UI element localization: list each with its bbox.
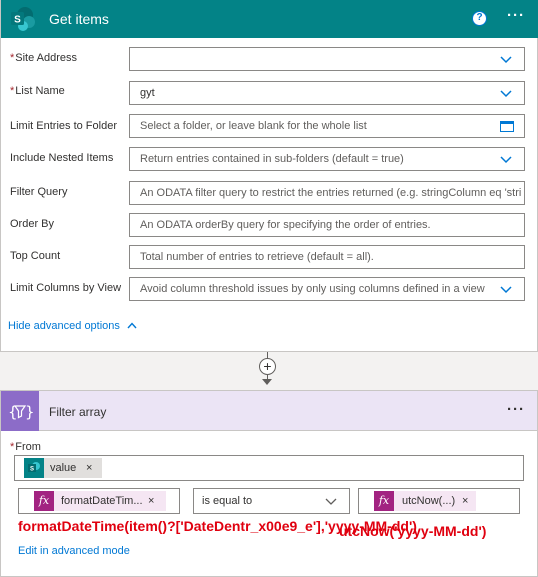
- order-by-placeholder: An ODATA orderBy query for specifying th…: [140, 219, 431, 231]
- limit-columns-dropdown[interactable]: Avoid column threshold issues by only us…: [129, 277, 525, 301]
- limit-folder-label: Limit Entries to Folder: [10, 120, 117, 132]
- edit-in-advanced-mode-link[interactable]: Edit in advanced mode: [18, 545, 130, 557]
- list-name-dropdown[interactable]: gyt: [129, 81, 525, 105]
- get-items-header[interactable]: S Get items ? ···: [1, 0, 538, 38]
- filter-query-input[interactable]: An ODATA filter query to restrict the en…: [129, 181, 525, 205]
- utcnow-token-label: utcNow(...): [402, 495, 456, 507]
- nested-items-placeholder: Return entries contained in sub-folders …: [140, 153, 404, 165]
- sharepoint-icon: S: [24, 458, 44, 478]
- connector-arrow-icon: [262, 379, 272, 385]
- from-input[interactable]: S value × utcNow('yyyy-MM-dd'): [14, 455, 524, 539]
- chevron-down-icon: [500, 56, 512, 64]
- chevron-down-icon: [500, 156, 512, 164]
- order-by-label: Order By: [10, 218, 55, 230]
- limit-columns-placeholder: Avoid column threshold issues by only us…: [140, 283, 485, 295]
- formatdatetime-token[interactable]: fx formatDateTim... ×: [34, 491, 166, 511]
- top-count-placeholder: Total number of entries to retrieve (def…: [140, 251, 374, 263]
- chevron-up-icon[interactable]: [127, 322, 137, 329]
- nested-items-label: Include Nested Items: [10, 152, 114, 164]
- filter-query-label: Filter Query: [10, 186, 68, 198]
- limit-columns-label: Limit Columns by View: [10, 282, 122, 294]
- from-label: *From: [10, 441, 41, 453]
- chevron-down-icon: [500, 90, 512, 98]
- value-token-label: value: [50, 462, 77, 474]
- top-count-input[interactable]: Total number of entries to retrieve (def…: [129, 245, 525, 269]
- site-address-dropdown[interactable]: [129, 47, 525, 71]
- svg-text:S: S: [14, 15, 21, 26]
- filter-array-icon: { }: [1, 391, 39, 431]
- more-options-icon[interactable]: ···: [507, 402, 525, 418]
- annotation-formatdatetime: formatDateTime(item()?['DateDentr_x00e9_…: [18, 518, 417, 534]
- svg-text:S: S: [30, 467, 34, 473]
- help-icon[interactable]: ?: [472, 11, 487, 26]
- limit-folder-input[interactable]: Select a folder, or leave blank for the …: [129, 114, 525, 138]
- fx-icon: fx: [34, 491, 54, 511]
- filter-query-placeholder: An ODATA filter query to restrict the en…: [140, 187, 522, 199]
- close-icon[interactable]: ×: [86, 458, 92, 478]
- close-icon[interactable]: ×: [462, 491, 468, 511]
- site-address-label: *Site Address: [10, 52, 78, 64]
- chevron-down-icon: [500, 286, 512, 294]
- filter-array-header[interactable]: { } Filter array ···: [1, 391, 537, 431]
- sharepoint-icon: S: [10, 7, 36, 31]
- condition-right-input[interactable]: fx utcNow(...) ×: [358, 488, 520, 514]
- operator-value: is equal to: [202, 495, 253, 507]
- condition-operator-dropdown[interactable]: is equal to: [193, 488, 350, 514]
- chevron-down-icon: [325, 498, 337, 505]
- list-name-label: *List Name: [10, 85, 65, 97]
- folder-icon[interactable]: [500, 121, 514, 132]
- formatdatetime-token-label: formatDateTim...: [61, 495, 143, 507]
- limit-folder-placeholder: Select a folder, or leave blank for the …: [140, 120, 367, 132]
- order-by-input[interactable]: An ODATA orderBy query for specifying th…: [129, 213, 525, 237]
- get-items-card: S Get items ? ··· *Site Address *List Na…: [0, 0, 538, 352]
- svg-text:}: }: [25, 403, 35, 421]
- list-name-value: gyt: [140, 87, 155, 99]
- plus-icon[interactable]: +: [259, 358, 276, 375]
- close-icon[interactable]: ×: [148, 491, 154, 511]
- fx-icon: fx: [374, 491, 394, 511]
- condition-left-input[interactable]: fx formatDateTim... ×: [18, 488, 180, 514]
- value-token[interactable]: S value ×: [24, 458, 102, 478]
- more-options-icon[interactable]: ···: [507, 8, 525, 24]
- filter-array-card: { } Filter array ··· *From S value × utc…: [0, 390, 538, 577]
- get-items-title: Get items: [49, 11, 109, 27]
- hide-advanced-options-link[interactable]: Hide advanced options: [8, 320, 120, 332]
- nested-items-dropdown[interactable]: Return entries contained in sub-folders …: [129, 147, 525, 171]
- filter-array-title: Filter array: [49, 405, 107, 419]
- top-count-label: Top Count: [10, 250, 61, 262]
- utcnow-token[interactable]: fx utcNow(...) ×: [374, 491, 476, 511]
